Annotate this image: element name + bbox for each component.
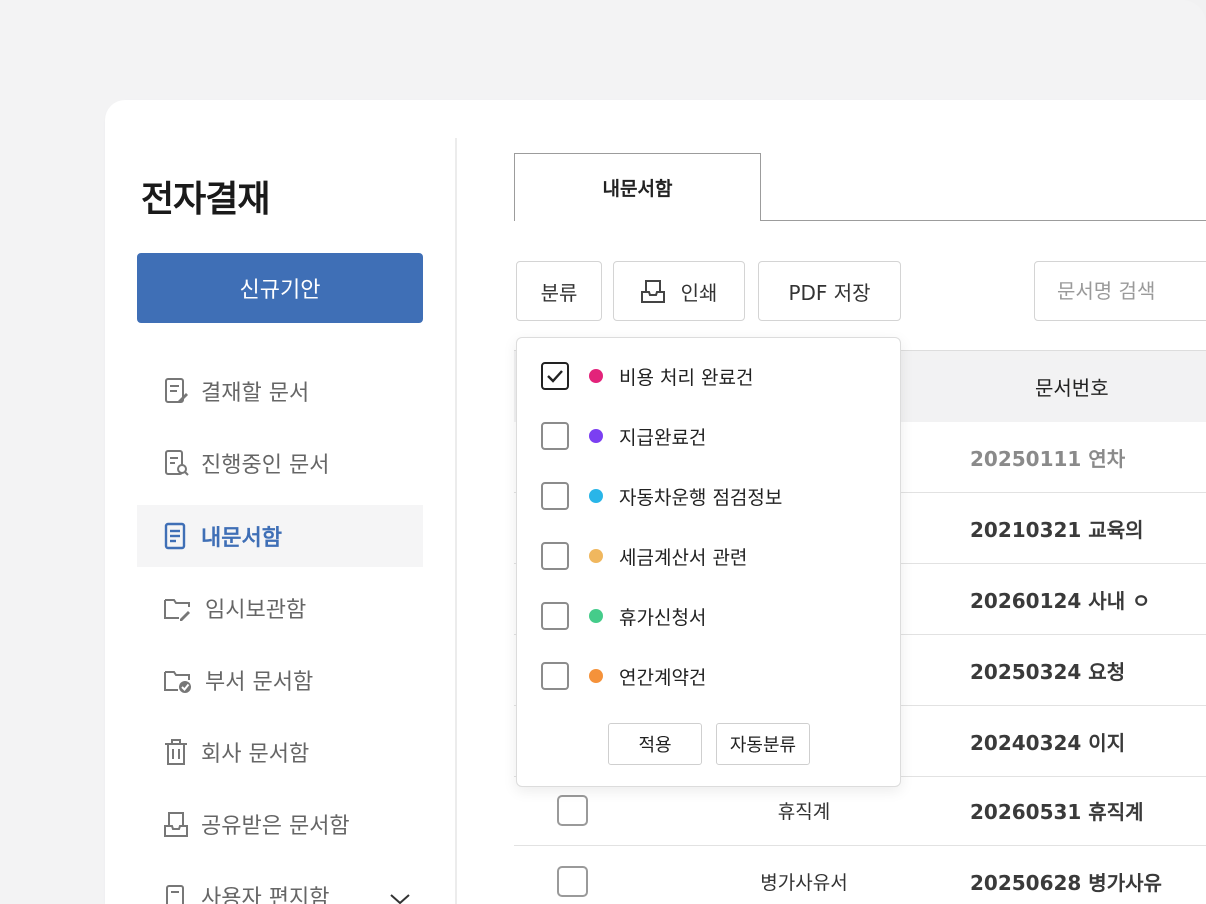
option-label: 세금계산서 관련 (619, 546, 748, 569)
option-checkbox[interactable] (541, 362, 569, 390)
sidebar-item-label: 사용자 편지함 (201, 886, 330, 904)
classify-option[interactable]: 비용 처리 완료건 (541, 360, 753, 392)
pdf-save-button[interactable]: PDF 저장 (758, 261, 901, 321)
row-docno[interactable]: 20250111 연차 (970, 422, 1125, 493)
option-label: 지급완료건 (619, 426, 707, 449)
option-color-dot (589, 429, 603, 443)
sidebar-item-label: 회사 문서함 (201, 742, 310, 767)
classify-button[interactable]: 분류 (516, 261, 602, 321)
table-row[interactable]: 병가사유서 20250628 병가사유 (514, 846, 1206, 904)
classify-option[interactable]: 세금계산서 관련 (541, 540, 747, 572)
sidebar-item-to-approve[interactable]: 결재할 문서 (137, 360, 423, 422)
folder-edit-icon (163, 594, 193, 622)
doc-edit-icon (163, 377, 189, 405)
inbox-icon (163, 810, 189, 838)
sidebar-divider (455, 138, 457, 904)
row-docno[interactable]: 20210321 교육의 (970, 493, 1144, 564)
option-checkbox[interactable] (541, 602, 569, 630)
trash-icon (163, 738, 189, 766)
row-docno[interactable]: 20240324 이지 (970, 706, 1125, 777)
doc-icon (163, 522, 189, 550)
row-category: 병가사유서 (760, 872, 848, 894)
sidebar-item-label: 공유받은 문서함 (201, 814, 350, 839)
sidebar-item-label: 결재할 문서 (201, 381, 310, 406)
row-docno[interactable]: 20250324 요청 (970, 635, 1125, 706)
sidebar-item-label: 임시보관함 (205, 598, 307, 623)
sidebar-item-user-mailbox[interactable]: 사용자 편지함 (137, 865, 423, 904)
row-checkbox[interactable] (557, 866, 588, 897)
classify-option[interactable]: 휴가신청서 (541, 600, 706, 632)
option-color-dot (589, 549, 603, 563)
option-checkbox[interactable] (541, 542, 569, 570)
option-label: 자동차운행 점검정보 (619, 486, 783, 509)
row-docno[interactable]: 20260531 휴직계 (970, 775, 1144, 846)
option-checkbox[interactable] (541, 482, 569, 510)
row-docno[interactable]: 20260124 사내 ㅇ (970, 564, 1150, 635)
option-color-dot (589, 669, 603, 683)
app-window: 전자결재 신규기안 결재할 문서 진행중인 문서 내문서함 임시보관함 부서 문… (105, 100, 1206, 904)
classify-option[interactable]: 연간계약건 (541, 660, 706, 692)
option-color-dot (589, 489, 603, 503)
option-label: 연간계약건 (619, 666, 707, 689)
sidebar-item-company[interactable]: 회사 문서함 (137, 721, 423, 783)
new-draft-button[interactable]: 신규기안 (137, 253, 423, 323)
chevron-down-icon[interactable] (389, 887, 411, 904)
option-label: 휴가신청서 (619, 606, 707, 629)
print-label: 인쇄 (680, 280, 718, 305)
search-input[interactable] (1034, 261, 1206, 321)
row-docno[interactable]: 20250628 병가사유 (970, 846, 1162, 904)
classify-option[interactable]: 지급완료건 (541, 420, 706, 452)
check-icon (547, 370, 563, 383)
sidebar-item-dept[interactable]: 부서 문서함 (137, 649, 423, 711)
doc-search-icon (163, 449, 189, 477)
option-color-dot (589, 609, 603, 623)
classify-dropdown: 비용 처리 완료건 지급완료건 자동차운행 점검정보 세금계산서 관련 휴가신청… (516, 337, 901, 787)
sidebar-item-shared[interactable]: 공유받은 문서함 (137, 793, 423, 855)
auto-classify-button[interactable]: 자동분류 (716, 723, 810, 765)
option-label: 비용 처리 완료건 (619, 366, 754, 389)
folder-check-icon (163, 666, 193, 694)
print-button[interactable]: 인쇄 (613, 261, 745, 321)
print-icon (640, 278, 665, 304)
column-header-docno: 문서번호 (1035, 375, 1109, 400)
sidebar-item-label: 진행중인 문서 (201, 453, 330, 478)
tab-my-docs[interactable]: 내문서함 (514, 153, 761, 221)
row-checkbox[interactable] (557, 795, 588, 826)
apply-button[interactable]: 적용 (608, 723, 702, 765)
option-color-dot (589, 369, 603, 383)
app-title: 전자결재 (141, 179, 270, 220)
option-checkbox[interactable] (541, 422, 569, 450)
sidebar-item-temp[interactable]: 임시보관함 (137, 577, 423, 639)
sidebar-item-my-docs[interactable]: 내문서함 (137, 505, 423, 567)
sidebar-item-label: 부서 문서함 (205, 670, 314, 695)
option-checkbox[interactable] (541, 662, 569, 690)
doc-icon (163, 882, 189, 904)
sidebar-item-label: 내문서함 (201, 526, 282, 551)
classify-option[interactable]: 자동차운행 점검정보 (541, 480, 782, 512)
sidebar-item-in-progress[interactable]: 진행중인 문서 (137, 432, 423, 494)
